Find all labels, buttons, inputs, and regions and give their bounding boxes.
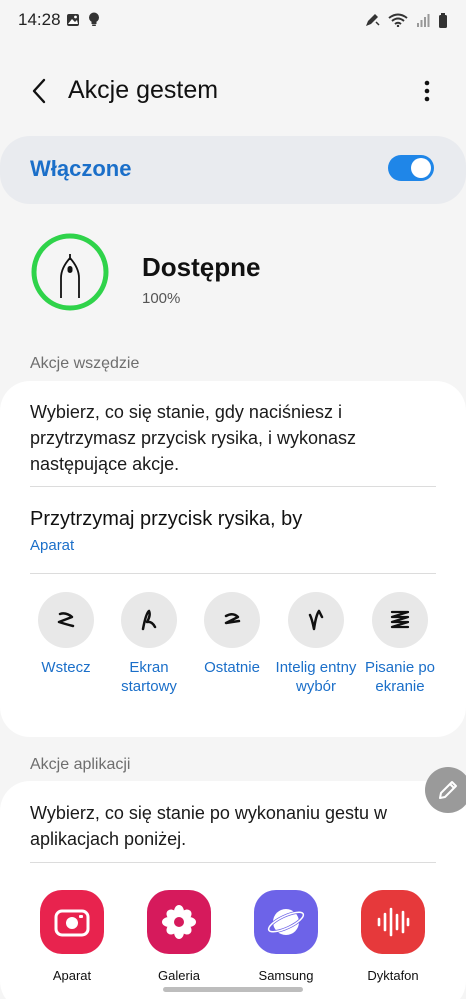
more-options-button[interactable] <box>410 74 444 108</box>
gesture-smart-select[interactable]: Intelig entny wybór <box>271 592 361 696</box>
signal-icon <box>417 14 430 27</box>
gesture-label: Wstecz <box>41 659 91 676</box>
battery-icon <box>439 12 447 28</box>
samsung-internet-icon <box>254 890 318 954</box>
gesture-home-icon <box>121 592 177 648</box>
navigation-handle[interactable] <box>163 987 303 992</box>
page-title: Akcje gestem <box>68 76 219 104</box>
gesture-list: Wstecz Ekran startowy Ostatnie Intelig e… <box>0 592 466 722</box>
camera-app-icon <box>40 890 104 954</box>
app-label: Galeria <box>158 968 200 983</box>
gesture-recent[interactable]: Ostatnie <box>187 592 277 677</box>
pen-icon <box>366 14 380 26</box>
gesture-screen-write-icon <box>372 592 428 648</box>
back-arrow-icon <box>32 78 46 104</box>
gesture-label: Ostatnie <box>204 659 260 676</box>
hold-button-title[interactable]: Przytrzymaj przycisk rysika, by <box>30 508 302 531</box>
divider <box>30 862 436 863</box>
gesture-label: Intelig entny wybór <box>275 659 357 695</box>
toggle-knob <box>411 158 431 178</box>
battery-status-title: Dostępne <box>142 252 261 282</box>
hold-button-value[interactable]: Aparat <box>30 537 74 554</box>
app-label: Samsung <box>258 968 314 983</box>
status-time: 14:28 <box>18 10 61 29</box>
app-label: Aparat <box>52 968 92 983</box>
image-icon <box>67 13 79 26</box>
section-header-apps: Akcje aplikacji <box>30 756 131 773</box>
apps-description: Wybierz, co się stanie po wykonaniu gest… <box>30 803 388 849</box>
app-gallery[interactable]: Galeria <box>134 890 224 983</box>
voice-recorder-icon <box>361 890 425 954</box>
floating-pen-button[interactable] <box>425 767 466 813</box>
status-right-icons <box>364 12 448 28</box>
gesture-recent-icon <box>204 592 260 648</box>
gesture-screen-write[interactable]: Pisanie po ekranie <box>355 592 445 696</box>
divider <box>30 573 436 574</box>
everywhere-description: Wybierz, co się stanie, gdy naciśniesz i… <box>30 402 357 474</box>
back-button[interactable] <box>22 74 56 108</box>
app-samsung-internet[interactable]: Samsung <box>241 890 331 983</box>
app-voice-recorder[interactable]: Dyktafon <box>348 890 438 983</box>
spen-icon <box>60 254 80 298</box>
wifi-icon <box>388 13 408 27</box>
section-header-everywhere: Akcje wszędzie <box>30 355 140 372</box>
status-left-icons <box>66 12 100 27</box>
gesture-label: Ekran startowy <box>121 659 177 695</box>
app-camera[interactable]: Aparat <box>27 890 117 983</box>
master-switch-row[interactable]: Włączone <box>0 136 466 204</box>
spen-battery-ring <box>31 233 109 311</box>
more-vert-icon <box>424 80 430 102</box>
master-toggle[interactable] <box>388 155 434 181</box>
divider <box>30 486 436 487</box>
app-label: Dyktafon <box>367 968 419 983</box>
gesture-back-icon <box>38 592 94 648</box>
battery-level: 100% <box>142 290 181 307</box>
master-switch-label: Włączone <box>30 156 132 181</box>
gesture-home[interactable]: Ekran startowy <box>104 592 194 696</box>
bulb-icon <box>89 12 99 26</box>
pencil-icon <box>439 781 457 799</box>
gesture-back[interactable]: Wstecz <box>21 592 111 677</box>
app-list: Aparat Galeria Samsung Dyktafon <box>0 890 466 990</box>
status-bar: 14:28 <box>0 0 466 42</box>
gesture-smart-select-icon <box>288 592 344 648</box>
gesture-label: Pisanie po ekranie <box>364 659 436 695</box>
gallery-app-icon <box>147 890 211 954</box>
app-bar: Akcje gestem <box>0 62 466 122</box>
